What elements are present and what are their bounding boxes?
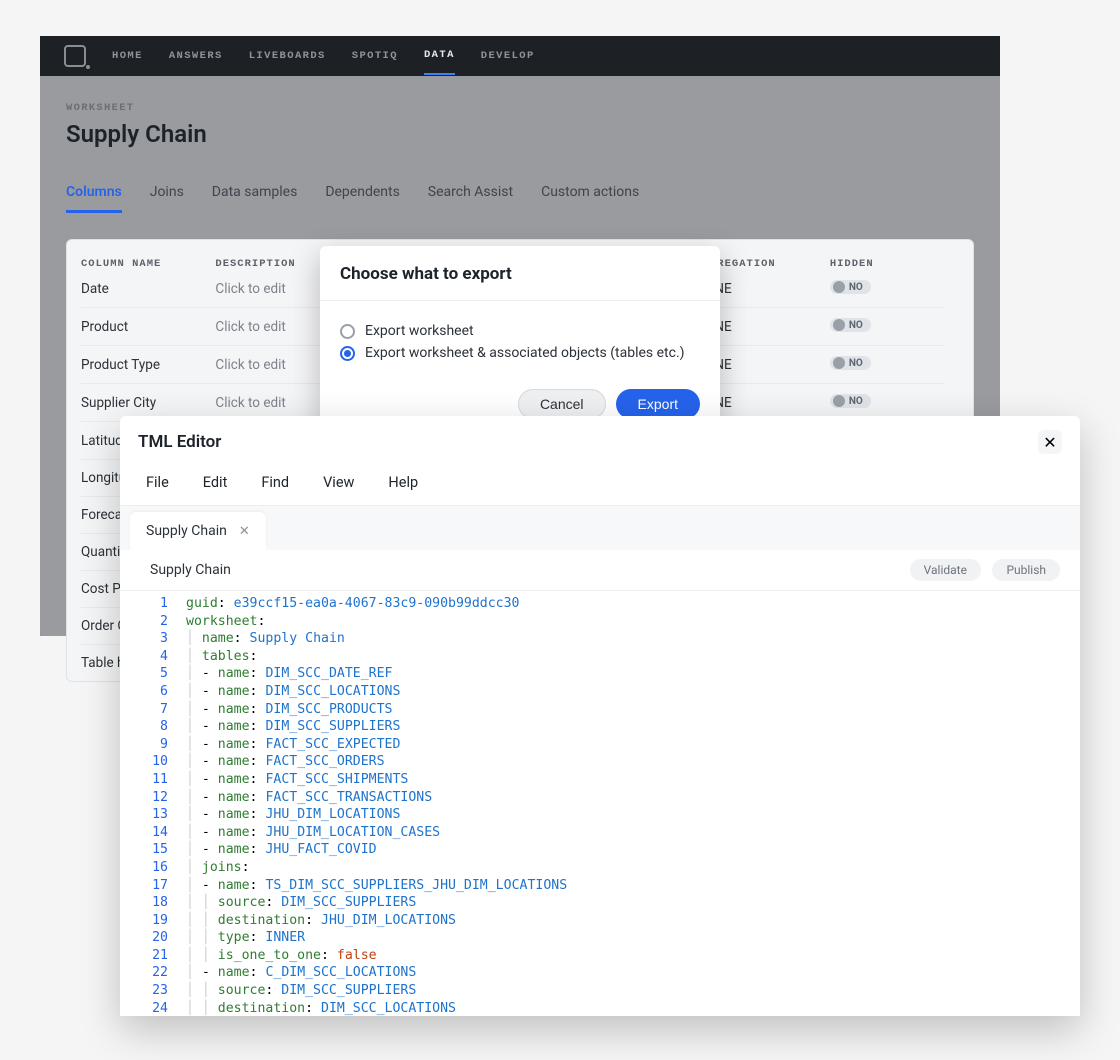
tab-dependents[interactable]: Dependents [325, 184, 399, 213]
tml-editor-title: TML Editor [138, 432, 221, 452]
th-hidden: HIDDEN [830, 258, 945, 270]
export-option-worksheet[interactable]: Export worksheet [340, 323, 700, 339]
top-nav: HOME ANSWERS LIVEBOARDS SPOTIQ DATA DEVELOP [40, 36, 1000, 76]
hidden-toggle[interactable]: NO [830, 356, 871, 370]
tml-tab-bar: Supply Chain ✕ [120, 506, 1080, 550]
cell-hidden[interactable]: NO [830, 356, 945, 373]
menu-edit[interactable]: Edit [203, 474, 228, 491]
cell-hidden[interactable]: NO [830, 280, 945, 297]
radio-icon[interactable] [340, 346, 355, 361]
th-column-name: COLUMN NAME [81, 258, 215, 270]
publish-button[interactable]: Publish [992, 559, 1060, 581]
cell-hidden[interactable]: NO [830, 318, 945, 335]
radio-icon[interactable] [340, 324, 355, 339]
tml-menu-bar: File Edit Find View Help [120, 464, 1080, 506]
hidden-toggle[interactable]: NO [830, 394, 871, 408]
option-label: Export worksheet & associated objects (t… [365, 345, 685, 361]
tml-editor-panel: TML Editor ✕ File Edit Find View Help Supply… [120, 416, 1080, 1016]
cell-column-name: Product [81, 319, 215, 335]
code-content[interactable]: guid: e39ccf15-ea0a-4067-83c9-090b99ddcc… [178, 591, 1080, 1016]
export-button[interactable]: Export [616, 389, 700, 419]
tab-search-assist[interactable]: Search Assist [428, 184, 513, 213]
worksheet-tabs: Columns Joins Data samples Dependents Search… [66, 184, 974, 213]
close-icon[interactable]: ✕ [239, 524, 250, 539]
code-editor[interactable]: 1234567891011121314151617181920212223242… [120, 591, 1080, 1016]
close-icon: ✕ [1043, 433, 1056, 452]
tab-data-samples[interactable]: Data samples [212, 184, 298, 213]
close-button[interactable]: ✕ [1038, 430, 1062, 454]
hidden-toggle[interactable]: NO [830, 318, 871, 332]
modal-title: Choose what to export [320, 246, 720, 301]
nav-item-data[interactable]: DATA [424, 49, 455, 75]
hidden-toggle[interactable]: NO [830, 280, 871, 294]
tab-joins[interactable]: Joins [150, 184, 184, 213]
tab-custom-actions[interactable]: Custom actions [541, 184, 639, 213]
page-title: Supply Chain [66, 120, 974, 148]
nav-item-answers[interactable]: ANSWERS [169, 50, 223, 62]
tml-editor-tab[interactable]: Supply Chain ✕ [130, 512, 266, 550]
cell-column-name: Supplier City [81, 395, 215, 411]
line-gutter: 1234567891011121314151617181920212223242… [120, 591, 178, 1016]
export-modal: Choose what to export Export worksheet E… [320, 246, 720, 437]
menu-view[interactable]: View [323, 474, 354, 491]
cancel-button[interactable]: Cancel [518, 389, 606, 419]
nav-item-spotiq[interactable]: SPOTIQ [352, 50, 398, 62]
nav-item-develop[interactable]: DEVELOP [481, 50, 535, 62]
menu-file[interactable]: File [146, 474, 169, 491]
nav-item-home[interactable]: HOME [112, 50, 143, 62]
nav-item-liveboards[interactable]: LIVEBOARDS [249, 50, 326, 62]
export-option-worksheet-assoc[interactable]: Export worksheet & associated objects (t… [340, 345, 700, 361]
validate-button[interactable]: Validate [910, 559, 981, 581]
option-label: Export worksheet [365, 323, 474, 339]
menu-help[interactable]: Help [388, 474, 418, 491]
tab-columns[interactable]: Columns [66, 184, 122, 213]
menu-find[interactable]: Find [261, 474, 289, 491]
logo-icon [64, 45, 86, 67]
breadcrumb: WORKSHEET [66, 102, 974, 114]
cell-column-name: Date [81, 281, 215, 297]
tml-file-title: Supply Chain [150, 562, 231, 578]
cell-hidden[interactable]: NO [830, 394, 945, 411]
cell-column-name: Product Type [81, 357, 215, 373]
tab-label: Supply Chain [146, 523, 227, 539]
